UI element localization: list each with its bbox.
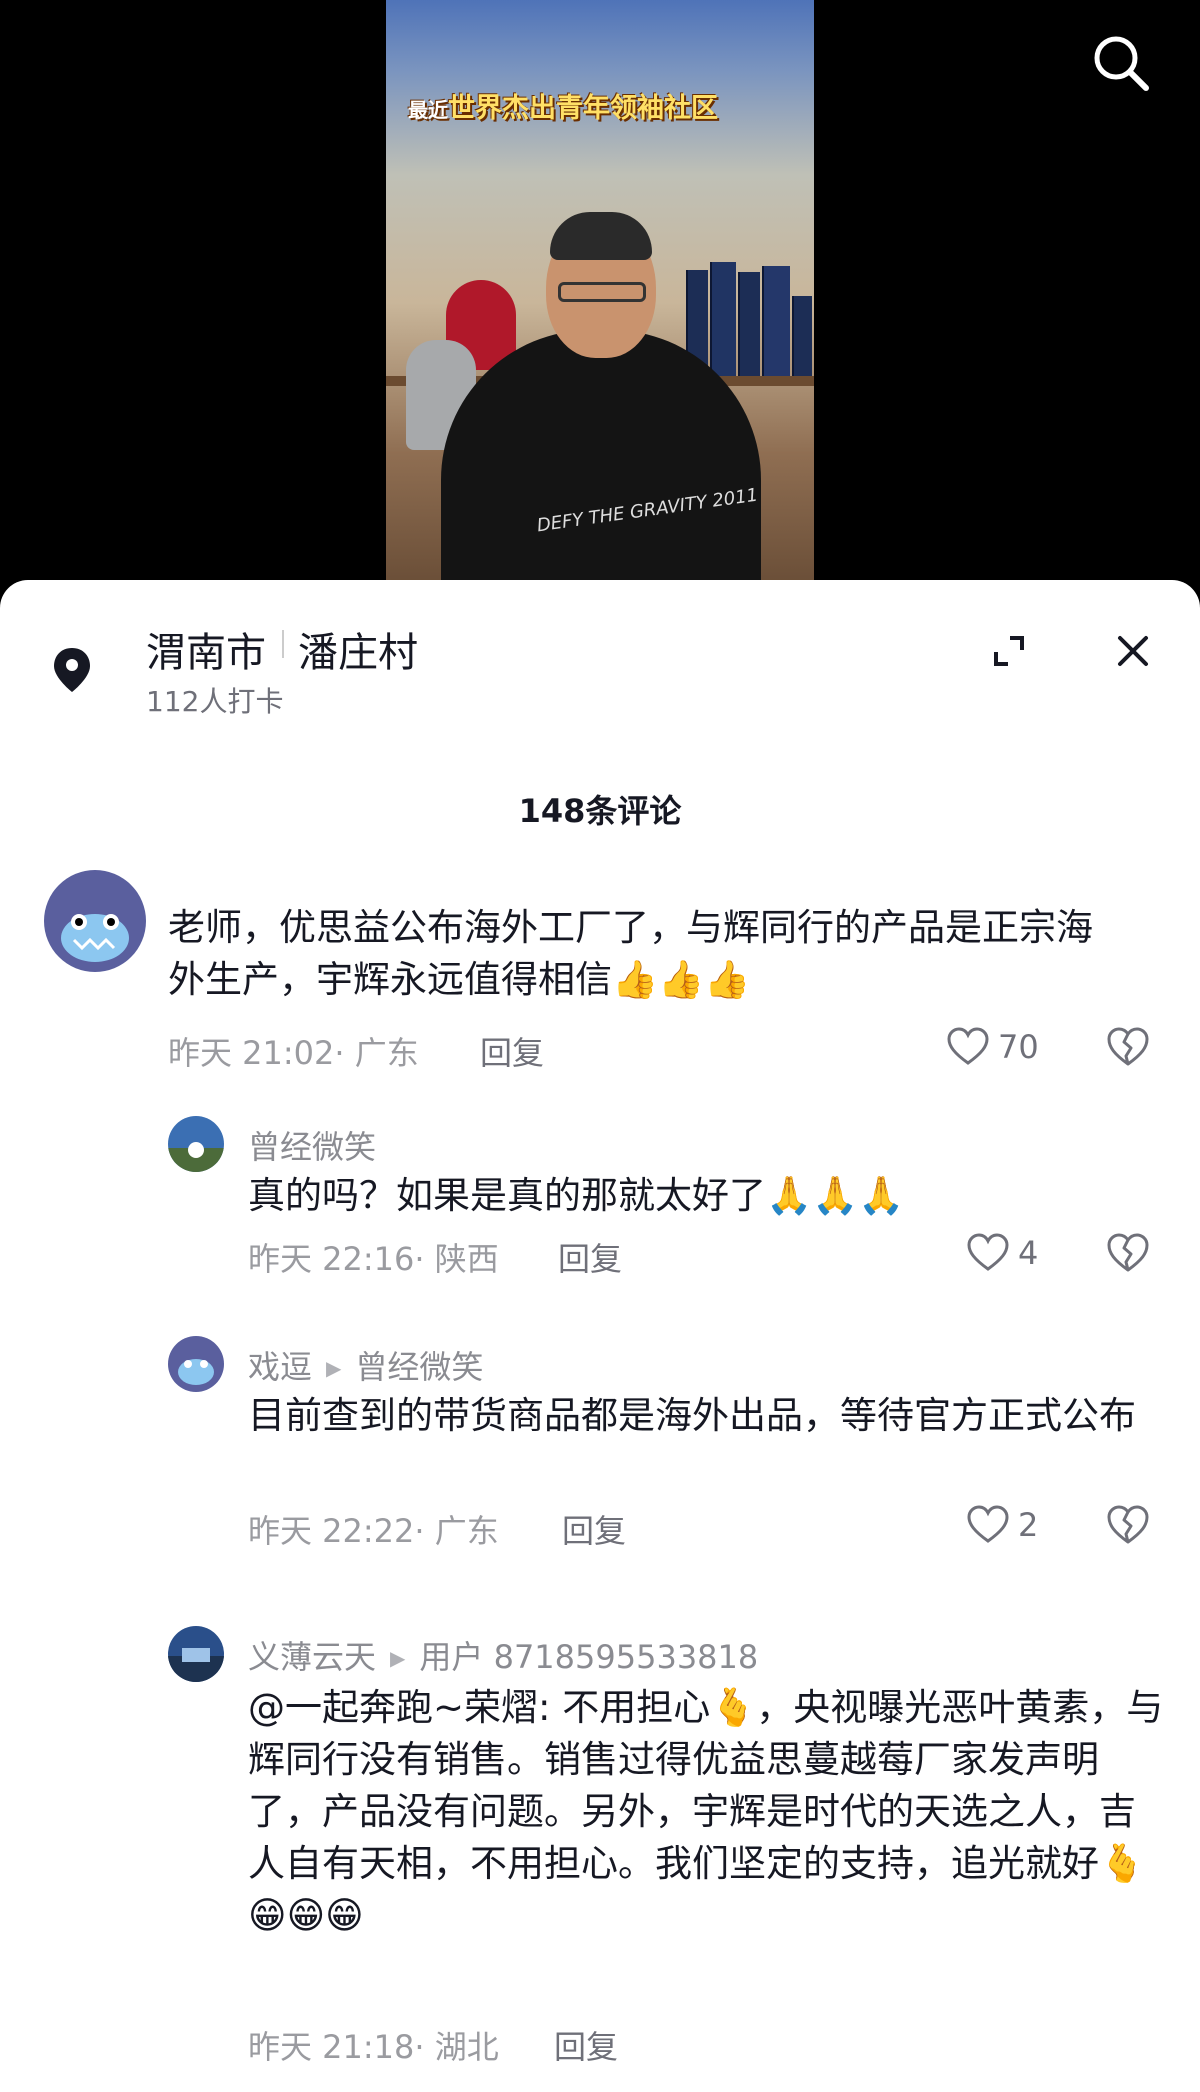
broken-heart-icon[interactable] <box>1106 1026 1150 1068</box>
location-city: 渭南市 <box>146 630 266 676</box>
location-checkins: 112人打卡 <box>146 685 284 718</box>
book <box>792 296 812 376</box>
reply-button[interactable]: 回复 <box>562 1506 626 1552</box>
heart-icon <box>967 1505 1009 1543</box>
comment-text: 老师，优思益公布海外工厂了，与辉同行的产品是正宗海外生产，宇辉永远值得相信👍👍👍 <box>168 906 1093 1001</box>
comments-sheet: 渭南市 潘庄村 112人打卡 148条评论 老师，优思益公布海外工厂了，与辉同行… <box>0 580 1200 2092</box>
person-hair <box>550 212 652 260</box>
close-icon[interactable] <box>1108 626 1158 676</box>
video-caption-prefix: 最近 <box>408 98 448 122</box>
reply-button[interactable]: 回复 <box>554 2022 618 2068</box>
like-button[interactable]: 70 <box>946 1024 1039 1070</box>
reply-to-author[interactable]: 用户 8718595533818 <box>419 1638 758 1676</box>
like-button[interactable]: 4 <box>966 1230 1038 1276</box>
book <box>762 266 790 376</box>
video-caption-text: 世界杰出青年领袖社区 <box>448 93 718 124</box>
comment-text: 目前查到的带货商品都是海外出品，等待官方正式公布 <box>248 1394 1136 1437</box>
like-count: 70 <box>998 1028 1039 1066</box>
heart-icon <box>947 1027 989 1065</box>
person-glasses <box>558 282 646 302</box>
comment-meta: 昨天 21:18· 湖北 <box>248 2028 499 2066</box>
video-frame: DEFY THE GRAVITY 2011 最近世界杰出青年领袖社区 <box>386 0 814 582</box>
avatar[interactable] <box>44 870 146 972</box>
book <box>738 272 760 376</box>
comment-author[interactable]: 戏逗 <box>248 1348 312 1386</box>
like-count: 4 <box>1018 1234 1039 1272</box>
comment-item: 义薄云天 ▶ 用户 8718595533818 @一起奔跑~荣熠: 不用担心🫰，央视… <box>0 1626 1200 2092</box>
location-pin-icon <box>54 648 90 692</box>
broken-heart-icon[interactable] <box>1106 1504 1150 1546</box>
comment-meta: 昨天 22:16· 陕西 <box>248 1240 499 1278</box>
book <box>710 262 736 376</box>
comment-author[interactable]: 曾经微笑 <box>248 1122 376 1168</box>
location-separator <box>282 630 284 658</box>
reply-arrow-icon: ▶ <box>326 1356 342 1380</box>
comment-text: 真的吗？如果是真的那就太好了🙏🙏🙏 <box>248 1174 905 1217</box>
broken-heart-icon[interactable] <box>1106 1232 1150 1274</box>
video-player[interactable]: DEFY THE GRAVITY 2011 最近世界杰出青年领袖社区 <box>0 0 1200 600</box>
comment-author-line: 戏逗 ▶ 曾经微笑 <box>248 1342 483 1388</box>
comment-author-line: 义薄云天 ▶ 用户 8718595533818 <box>248 1632 758 1678</box>
location-header[interactable]: 渭南市 潘庄村 112人打卡 <box>0 580 1200 730</box>
reply-to-author[interactable]: 曾经微笑 <box>355 1348 483 1386</box>
expand-icon[interactable] <box>984 626 1034 676</box>
comments-count-title: 148条评论 <box>518 792 682 830</box>
comment-meta: 昨天 22:22· 广东 <box>248 1512 499 1550</box>
comment-text: @一起奔跑~荣熠: 不用担心🫰，央视曝光恶叶黄素，与辉同行没有销售。销售过得优益… <box>248 1686 1164 1937</box>
avatar[interactable] <box>168 1336 224 1392</box>
reply-button[interactable]: 回复 <box>558 1234 622 1280</box>
comment-item: 戏逗 ▶ 曾经微笑 目前查到的带货商品都是海外出品，等待官方正式公布 昨天 22:2… <box>0 1336 1200 1616</box>
location-village: 潘庄村 <box>298 630 418 676</box>
avatar[interactable] <box>168 1626 224 1682</box>
comment-meta: 昨天 21:02· 广东 <box>168 1034 419 1072</box>
comment-author[interactable]: 义薄云天 <box>248 1638 376 1676</box>
like-count: 2 <box>1018 1506 1039 1544</box>
search-icon[interactable] <box>1088 30 1154 96</box>
like-button[interactable]: 2 <box>966 1502 1038 1548</box>
comment-item: 曾经微笑 真的吗？如果是真的那就太好了🙏🙏🙏 昨天 22:16· 陕西 回复 4 <box>0 1116 1200 1336</box>
video-caption: 最近世界杰出青年领袖社区 <box>408 86 718 125</box>
reply-button[interactable]: 回复 <box>480 1028 544 1074</box>
reply-arrow-icon: ▶ <box>390 1646 406 1670</box>
heart-icon <box>967 1233 1009 1271</box>
avatar[interactable] <box>168 1116 224 1172</box>
